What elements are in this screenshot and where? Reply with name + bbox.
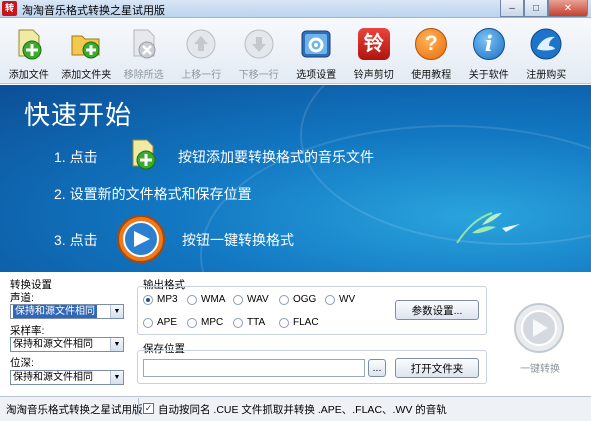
browse-button[interactable]: ... <box>368 359 386 377</box>
app-icon: 转 <box>2 1 17 16</box>
register-button[interactable]: 注册购买 <box>518 18 576 84</box>
move-up-label: 上移一行 <box>181 70 222 81</box>
format-radio-ogg[interactable]: OGG <box>279 294 316 305</box>
channel-select[interactable]: 保持和源文件相同 ▼ <box>10 304 124 319</box>
move-down-label: 下移一行 <box>238 70 279 81</box>
step3-convert-icon <box>116 214 166 267</box>
window-title: 淘淘音乐格式转换之星试用版 <box>22 5 165 17</box>
add-folder-label: 添加文件夹 <box>61 70 112 81</box>
tutorial-label: 使用教程 <box>411 70 452 81</box>
format-radio-wma[interactable]: WMA <box>187 294 225 305</box>
samplerate-label: 采样率: <box>10 325 45 337</box>
add-file-label: 添加文件 <box>8 70 49 81</box>
add-folder-icon <box>68 26 104 62</box>
title-bar: 转 淘淘音乐格式转换之星试用版 – □ ✕ <box>0 0 591 18</box>
ringtone-cut-label: 铃声剪切 <box>353 70 394 81</box>
ringtone-cut-button[interactable]: 铃 铃声剪切 <box>345 18 403 84</box>
register-icon <box>528 26 564 62</box>
one-click-convert-label: 一键转换 <box>520 364 560 375</box>
convert-play-icon <box>513 302 565 357</box>
move-up-button[interactable]: 上移一行 <box>173 18 231 84</box>
close-button[interactable]: ✕ <box>548 0 588 17</box>
chevron-down-icon: ▼ <box>110 305 123 318</box>
format-radio-wv[interactable]: WV <box>325 294 355 305</box>
samplerate-value: 保持和源文件相同 <box>13 339 93 350</box>
about-label: 关于软件 <box>468 70 509 81</box>
step1-add-icon <box>126 137 160 174</box>
down-arrow-icon <box>241 26 277 62</box>
step3-number: 3. 点击 <box>54 232 98 248</box>
up-arrow-icon <box>183 26 219 62</box>
step2-text: 2. 设置新的文件格式和保存位置 <box>54 186 252 202</box>
about-button[interactable]: i 关于软件 <box>460 18 518 84</box>
cue-auto-checkbox[interactable]: ✓ <box>143 403 154 414</box>
one-click-convert-button[interactable]: 一键转换 <box>505 300 575 375</box>
format-radio-mp3[interactable]: MP3 <box>143 294 178 305</box>
maximize-button[interactable]: □ <box>524 0 548 17</box>
bitdepth-label: 位深: <box>10 357 34 369</box>
remove-selected-button[interactable]: 移除所选 <box>115 18 173 84</box>
banner-title: 快速开始 <box>24 100 133 130</box>
samplerate-select[interactable]: 保持和源文件相同 ▼ <box>10 337 124 352</box>
remove-selected-label: 移除所选 <box>123 70 164 81</box>
ringtone-icon: 铃 <box>356 26 392 62</box>
tutorial-button[interactable]: ? 使用教程 <box>403 18 461 84</box>
add-file-button[interactable]: 添加文件 <box>0 18 58 84</box>
minimize-button[interactable]: – <box>500 0 524 17</box>
bitdepth-value: 保持和源文件相同 <box>13 372 93 383</box>
info-icon: i <box>471 26 507 62</box>
quick-start-banner: 快速开始 1. 点击 按钮添加要转换格式的音乐文件 2. 设置新的文件格式和保存… <box>0 85 591 272</box>
step1-number: 1. 点击 <box>54 149 98 165</box>
add-file-icon <box>11 26 47 62</box>
save-path-input[interactable] <box>143 359 365 377</box>
register-label: 注册购买 <box>526 70 567 81</box>
status-divider <box>138 398 139 416</box>
open-folder-button[interactable]: 打开文件夹 <box>395 358 479 378</box>
settings-icon <box>298 26 334 62</box>
step3-text: 按钮一键转换格式 <box>182 232 294 248</box>
channel-value: 保持和源文件相同 <box>13 305 97 318</box>
add-folder-button[interactable]: 添加文件夹 <box>58 18 116 84</box>
format-radio-wav[interactable]: WAV <box>233 294 269 305</box>
format-radio-flac[interactable]: FLAC <box>279 317 319 328</box>
options-settings-label: 选项设置 <box>296 70 337 81</box>
status-text: 淘淘音乐格式转换之星试用版 <box>6 404 143 416</box>
options-settings-button[interactable]: 选项设置 <box>288 18 346 84</box>
chevron-down-icon: ▼ <box>110 338 123 351</box>
format-radio-mpc[interactable]: MPC <box>187 317 223 328</box>
step1-text: 按钮添加要转换格式的音乐文件 <box>178 149 374 165</box>
channel-label: 声道: <box>10 292 34 304</box>
bitdepth-select[interactable]: 保持和源文件相同 ▼ <box>10 370 124 385</box>
toolbar: 添加文件 添加文件夹 移除所选 上移一行 下移一行 选项设置 铃 铃声剪切 ? … <box>0 18 591 84</box>
chevron-down-icon: ▼ <box>110 371 123 384</box>
move-down-button[interactable]: 下移一行 <box>230 18 288 84</box>
window-controls: – □ ✕ <box>500 0 588 17</box>
format-radio-ape[interactable]: APE <box>143 317 177 328</box>
bamboo-decoration <box>452 203 532 256</box>
remove-icon <box>126 26 162 62</box>
help-icon: ? <box>413 26 449 62</box>
format-radio-tta[interactable]: TTA <box>233 317 265 328</box>
params-settings-button[interactable]: 参数设置... <box>395 300 479 320</box>
cue-auto-label: 自动按同名 .CUE 文件抓取并转换 .APE、.FLAC、.WV 的音轨 <box>158 404 447 416</box>
